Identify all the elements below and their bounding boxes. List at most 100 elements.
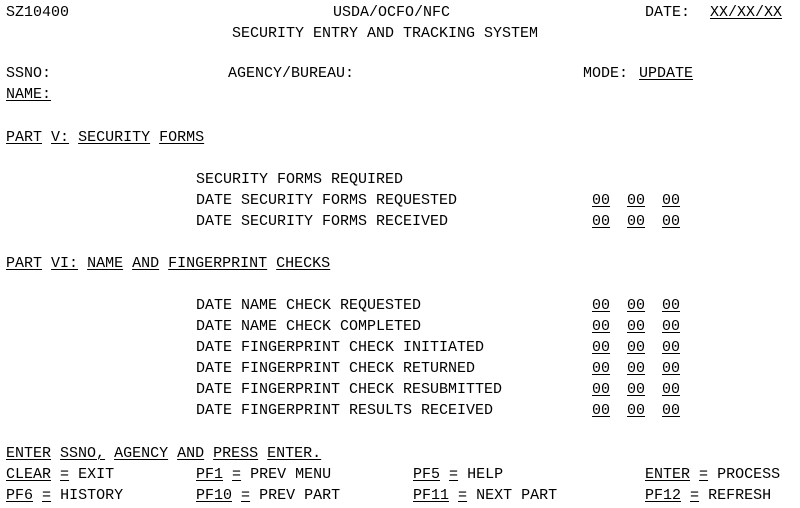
ssno-label: SSNO: — [6, 65, 52, 82]
part-vi-heading-row: PART VI: NAME AND FINGERPRINT CHECKS — [0, 253, 800, 274]
part-v-date-segment[interactable]: 00 — [662, 190, 680, 211]
part-vi-field-row: DATE NAME CHECK COMPLETED 00 00 00 — [0, 316, 800, 337]
function-key-equals: = — [232, 466, 242, 483]
function-key-action: PREV MENU — [250, 466, 332, 483]
underlined-token: NAME — [87, 255, 124, 272]
part-vi-date-segment[interactable]: 00 — [662, 379, 680, 400]
part-v-date-segment[interactable]: 00 — [662, 211, 680, 232]
function-key-action: HELP — [467, 466, 504, 483]
part-vi-field-label: DATE FINGERPRINT CHECK RETURNED — [196, 360, 476, 377]
underlined-token: AGENCY — [114, 445, 169, 462]
underlined-token: SSNO, — [60, 445, 106, 462]
function-key-equals: = — [241, 487, 251, 504]
part-vi-field-label: DATE FINGERPRINT CHECK INITIATED — [196, 339, 485, 356]
organization-title: USDA/OCFO/NFC — [333, 4, 451, 21]
function-key-name[interactable]: PF1 — [196, 466, 223, 483]
part-v-heading: PART V: SECURITY FORMS — [6, 127, 204, 148]
function-key-equals: = — [699, 466, 709, 483]
part-vi-field-label: DATE NAME CHECK COMPLETED — [196, 318, 422, 335]
part-v-date-segment[interactable]: 00 — [627, 190, 645, 211]
underlined-token: AND — [177, 445, 205, 462]
underlined-token: VI: — [51, 255, 79, 272]
part-vi-field-label: DATE NAME CHECK REQUESTED — [196, 297, 422, 314]
function-key-name[interactable]: ENTER — [645, 466, 690, 483]
part-vi-field-row: DATE FINGERPRINT CHECK RESUBMITTED 00 00 00 — [0, 379, 800, 400]
function-key-entry[interactable]: PF6 = HISTORY — [6, 485, 123, 506]
part-v-date-segment[interactable]: 00 — [592, 211, 610, 232]
part-vi-date-segment[interactable]: 00 — [627, 295, 645, 316]
function-key-action: HISTORY — [60, 487, 124, 504]
function-key-name[interactable]: PF5 — [413, 466, 440, 483]
part-vi-date-segment[interactable]: 00 — [592, 337, 610, 358]
part-vi-heading: PART VI: NAME AND FINGERPRINT CHECKS — [6, 253, 330, 274]
function-key-equals: = — [42, 487, 52, 504]
underlined-token: PART — [6, 129, 43, 146]
part-v-heading-row: PART V: SECURITY FORMS — [0, 127, 800, 148]
function-key-action: PROCESS — [717, 466, 781, 483]
part-vi-date-segment[interactable]: 00 — [592, 379, 610, 400]
identity-row: SSNO: AGENCY/BUREAU: MODE: UPDATE — [0, 63, 800, 84]
footer-instruction: ENTER SSNO, AGENCY AND PRESS ENTER. — [6, 443, 321, 464]
program-id: SZ10400 — [6, 4, 70, 21]
part-vi-date-segment[interactable]: 00 — [627, 337, 645, 358]
underlined-token: PRESS — [213, 445, 259, 462]
part-vi-field-label: DATE FINGERPRINT CHECK RESUBMITTED — [196, 381, 503, 398]
part-vi-date-segment[interactable]: 00 — [592, 400, 610, 421]
part-vi-date-segment[interactable]: 00 — [627, 379, 645, 400]
function-key-name[interactable]: PF12 — [645, 487, 681, 504]
date-label: DATE: — [645, 4, 691, 21]
part-vi-field-row: DATE FINGERPRINT CHECK RETURNED 00 00 00 — [0, 358, 800, 379]
function-key-action: EXIT — [78, 466, 115, 483]
function-key-entry[interactable]: PF11 = NEXT PART — [413, 485, 557, 506]
part-vi-date-segment[interactable]: 00 — [662, 358, 680, 379]
function-key-equals: = — [690, 487, 700, 504]
part-vi-date-segment[interactable]: 00 — [592, 316, 610, 337]
part-vi-date-segment[interactable]: 00 — [627, 358, 645, 379]
function-key-name[interactable]: CLEAR — [6, 466, 51, 483]
part-v-date-segment[interactable]: 00 — [592, 190, 610, 211]
mode-value: UPDATE — [639, 65, 694, 82]
part-vi-field-row: DATE FINGERPRINT CHECK INITIATED 00 00 00 — [0, 337, 800, 358]
function-key-name[interactable]: PF6 — [6, 487, 33, 504]
function-key-action: REFRESH — [708, 487, 772, 504]
function-key-equals: = — [458, 487, 468, 504]
part-vi-date-segment[interactable]: 00 — [592, 295, 610, 316]
part-vi-date-segment[interactable]: 00 — [627, 316, 645, 337]
underlined-token: FINGERPRINT — [168, 255, 268, 272]
underlined-token: ENTER — [6, 445, 52, 462]
part-vi-date-segment[interactable]: 00 — [662, 400, 680, 421]
part-v-field-label: DATE SECURITY FORMS RECEIVED — [196, 213, 449, 230]
function-key-equals: = — [449, 466, 459, 483]
function-key-entry[interactable]: ENTER = PROCESS — [645, 464, 780, 485]
part-v-date-segment[interactable]: 00 — [627, 211, 645, 232]
underlined-token: ENTER. — [267, 445, 322, 462]
part-vi-date-segment[interactable]: 00 — [627, 400, 645, 421]
underlined-token: V: — [51, 129, 70, 146]
name-label: NAME: — [6, 86, 52, 103]
terminal-screen: SZ10400 USDA/OCFO/NFC DATE: XX/XX/XX SEC… — [0, 0, 800, 508]
function-key-name[interactable]: PF11 — [413, 487, 449, 504]
footer-instruction-row: ENTER SSNO, AGENCY AND PRESS ENTER. — [0, 443, 800, 464]
part-v-field-label: SECURITY FORMS REQUIRED — [196, 171, 404, 188]
agency-bureau-label: AGENCY/BUREAU: — [228, 65, 355, 82]
part-vi-date-segment[interactable]: 00 — [662, 295, 680, 316]
part-vi-field-label: DATE FINGERPRINT RESULTS RECEIVED — [196, 402, 494, 419]
function-key-entry[interactable]: PF12 = REFRESH — [645, 485, 771, 506]
system-title: SECURITY ENTRY AND TRACKING SYSTEM — [232, 25, 539, 42]
function-key-entry[interactable]: PF10 = PREV PART — [196, 485, 340, 506]
part-vi-date-segment[interactable]: 00 — [592, 358, 610, 379]
date-value-field[interactable]: XX/XX/XX — [710, 2, 782, 23]
underlined-token: AND — [132, 255, 160, 272]
underlined-token: SECURITY — [78, 129, 151, 146]
underlined-token: PART — [6, 255, 43, 272]
part-vi-field-row: DATE FINGERPRINT RESULTS RECEIVED 00 00 00 — [0, 400, 800, 421]
function-key-entry[interactable]: CLEAR = EXIT — [6, 464, 114, 485]
underlined-token: CHECKS — [276, 255, 331, 272]
function-key-name[interactable]: PF10 — [196, 487, 232, 504]
part-vi-date-segment[interactable]: 00 — [662, 337, 680, 358]
function-key-entry[interactable]: PF5 = HELP — [413, 464, 503, 485]
name-row: NAME: — [0, 84, 800, 105]
function-key-entry[interactable]: PF1 = PREV MENU — [196, 464, 331, 485]
part-vi-date-segment[interactable]: 00 — [662, 316, 680, 337]
function-key-action: PREV PART — [259, 487, 341, 504]
